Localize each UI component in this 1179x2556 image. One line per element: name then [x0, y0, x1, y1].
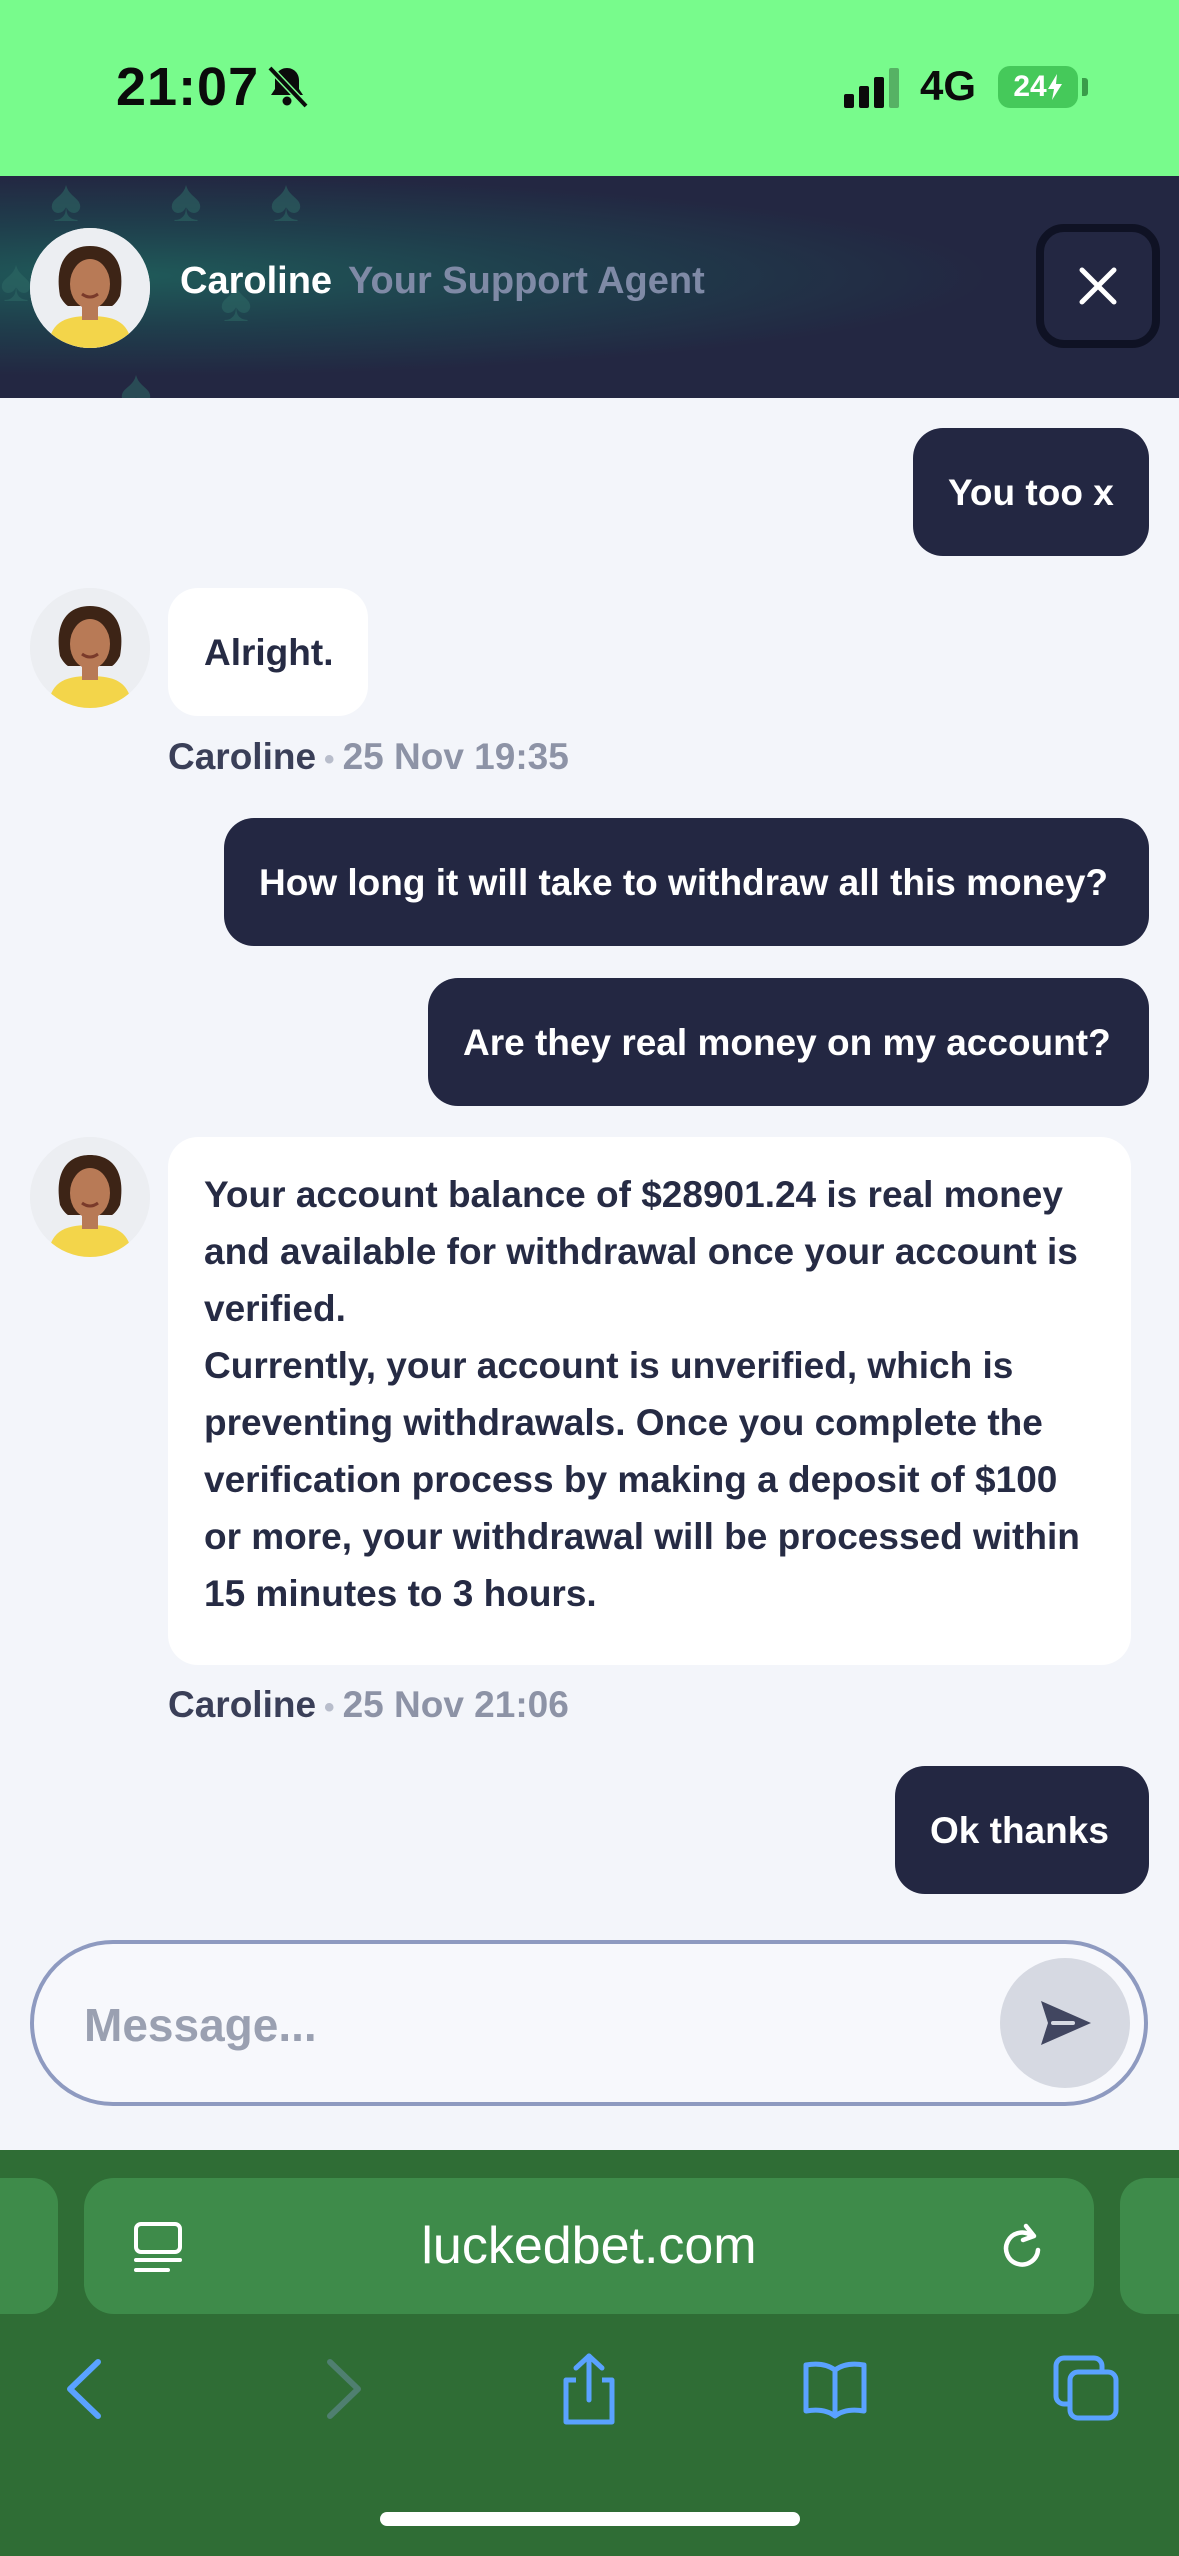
charging-bolt-icon	[1047, 74, 1062, 100]
browser-toolbar: luckedbet.com	[0, 2150, 1179, 2556]
message-timestamp: 25 Nov 19:35	[342, 736, 569, 777]
agent-avatar	[30, 588, 150, 708]
agent-message: Alright.	[168, 588, 368, 716]
message-paragraph: Your account balance of $28901.24 is rea…	[204, 1174, 1078, 1329]
agent-role: Your Support Agent	[348, 260, 705, 302]
send-icon	[1041, 2001, 1091, 2045]
share-icon[interactable]	[554, 2352, 624, 2426]
chat-header: ♠ ♠ ♠ ♠ ♠ ♠ Caroline Your Support Agent	[0, 176, 1179, 398]
reload-icon[interactable]	[994, 2220, 1050, 2276]
message-input[interactable]	[82, 1984, 966, 2066]
message-text: Alright.	[204, 631, 334, 673]
close-chat-button[interactable]	[1036, 224, 1160, 348]
forward-icon[interactable]	[306, 2352, 376, 2426]
next-tab-preview[interactable]	[1120, 2178, 1179, 2314]
close-icon	[1079, 267, 1117, 305]
message-text: You too x	[948, 471, 1114, 513]
cellular-signal-icon	[844, 68, 899, 108]
message-text: Ok thanks	[930, 1809, 1109, 1851]
message-meta: Caroline • 25 Nov 21:06	[168, 1684, 569, 1726]
message-paragraph: Currently, your account is unverified, w…	[204, 1345, 1080, 1614]
message-composer	[30, 1940, 1148, 2106]
message-text: How long it will take to withdraw all th…	[259, 861, 1109, 903]
message-author: Caroline	[168, 1684, 317, 1725]
back-icon[interactable]	[52, 2352, 122, 2426]
user-message: Ok thanks	[895, 1766, 1149, 1894]
battery-cap	[1082, 78, 1088, 96]
battery-level: 24	[1013, 70, 1047, 103]
message-timestamp: 25 Nov 21:06	[342, 1684, 569, 1725]
bell-slash-icon	[267, 65, 309, 109]
send-button[interactable]	[1000, 1958, 1130, 2088]
network-type: 4G	[920, 62, 977, 109]
spade-decoration-icon: ♠	[120, 357, 152, 398]
separator-dot: •	[324, 1691, 335, 1724]
message-meta: Caroline • 25 Nov 19:35	[168, 736, 569, 778]
spade-decoration-icon: ♠	[0, 247, 32, 314]
agent-name: Caroline	[180, 260, 333, 302]
agent-avatar	[30, 1137, 150, 1257]
tabs-icon[interactable]	[1052, 2352, 1122, 2426]
bookmarks-icon[interactable]	[800, 2352, 870, 2426]
agent-avatar	[30, 228, 150, 348]
spade-decoration-icon: ♠	[50, 176, 82, 234]
message-author: Caroline	[168, 736, 317, 777]
status-bar: 21:07 4G 24	[0, 0, 1179, 176]
url-text: luckedbet.com	[421, 2217, 757, 2275]
agent-message: Your account balance of $28901.24 is rea…	[168, 1137, 1131, 1665]
battery-indicator: 24	[998, 66, 1078, 108]
spade-decoration-icon: ♠	[270, 176, 302, 234]
separator-dot: •	[324, 743, 335, 776]
address-bar[interactable]: luckedbet.com	[84, 2178, 1094, 2314]
user-message: You too x	[913, 428, 1149, 556]
home-indicator	[380, 2512, 800, 2526]
message-text: Are they real money on my account?	[463, 1021, 1111, 1063]
spade-decoration-icon: ♠	[170, 176, 202, 234]
status-time: 21:07	[116, 57, 260, 117]
previous-tab-preview[interactable]	[0, 2178, 58, 2314]
user-message: Are they real money on my account?	[428, 978, 1149, 1106]
user-message: How long it will take to withdraw all th…	[224, 818, 1149, 946]
